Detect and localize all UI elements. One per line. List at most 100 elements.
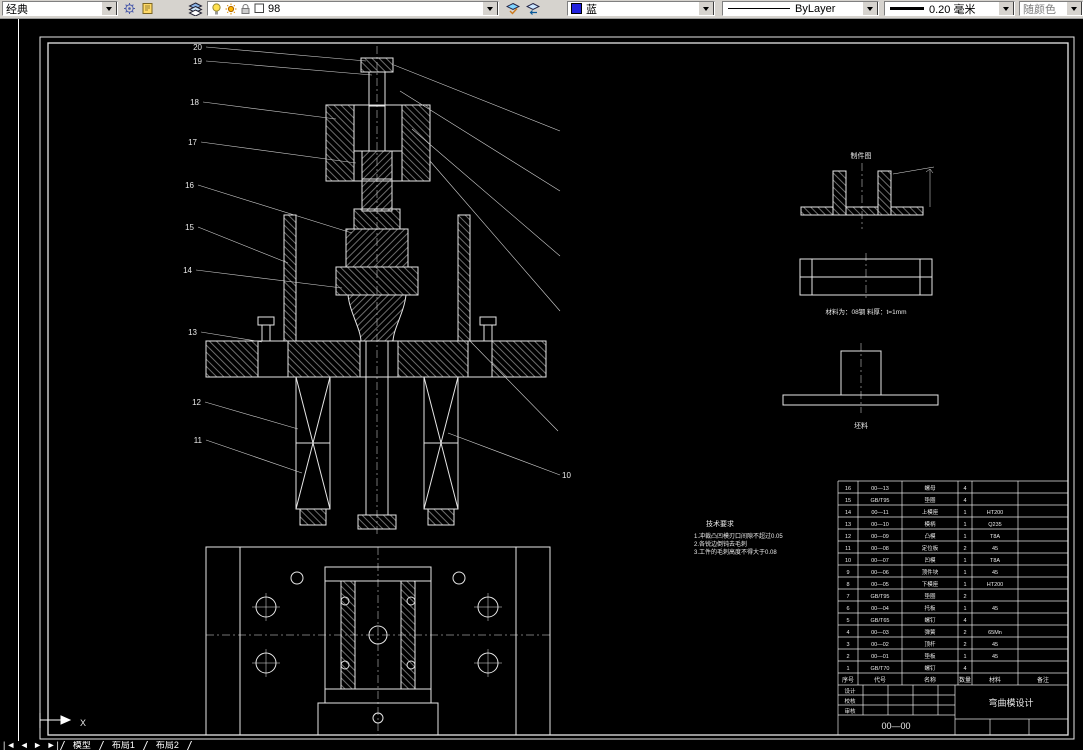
chevron-down-icon[interactable] <box>998 2 1014 15</box>
bom-cell: 8 <box>846 582 849 588</box>
bom-cell: 螺母 <box>924 484 936 492</box>
bom-cell: 螺钉 <box>924 664 936 672</box>
lineweight-combo[interactable]: 0.20 毫米 <box>884 1 1015 16</box>
lineweight-value: 0.20 毫米 <box>929 3 976 16</box>
cad-drawing: 20 19 18 17 16 15 14 13 12 11 10 技术要求 1.… <box>18 19 1075 741</box>
bom-cell: 4 <box>963 486 966 492</box>
bom-cell: 4 <box>846 630 849 636</box>
field-approve: 审核 <box>844 707 856 715</box>
bom-header-mat: 材料 <box>989 676 1001 684</box>
bom-cell: T8A <box>990 534 1000 540</box>
bom-rows: 16 00—13 螺母 415 GB/T95 垫圈 414 00—11 上模座 1 HT20013 0… <box>845 484 1003 672</box>
bom-cell: 14 <box>845 510 851 516</box>
bom-cell: 定位板 <box>922 544 939 552</box>
layer-combo[interactable]: 98 <box>207 1 499 16</box>
chevron-down-icon[interactable] <box>101 2 117 15</box>
bom-cell: 45 <box>992 642 998 648</box>
layer-value: 98 <box>268 2 281 15</box>
linetype-combo[interactable]: ByLayer <box>722 1 879 16</box>
bom-cell: 12 <box>845 534 851 540</box>
bom-cell: 1 <box>963 510 966 516</box>
workspace-combo[interactable]: 经典 <box>2 1 118 16</box>
plan-view <box>205 546 551 736</box>
bom-cell: 模柄 <box>924 520 936 528</box>
bom-cell: 4 <box>963 618 966 624</box>
bom-cell: 下模座 <box>922 580 939 588</box>
bom-cell: 1 <box>963 654 966 660</box>
bom-cell: 垫板 <box>924 652 936 660</box>
bom-cell: Q235 <box>988 522 1001 528</box>
make-layer-current-button[interactable] <box>504 1 522 16</box>
chevron-down-icon[interactable] <box>482 2 498 15</box>
bom-cell: 45 <box>992 606 998 612</box>
bom-cell: 00—09 <box>871 534 889 540</box>
bom-cell: 凹模 <box>924 556 936 564</box>
bom-cell: 00—04 <box>871 606 889 612</box>
tech-req-title: 技术要求 <box>706 519 734 528</box>
blank-label: 坯料 <box>854 421 868 430</box>
assembly-section-view <box>205 46 547 536</box>
bom-cell: 00—06 <box>871 570 889 576</box>
top-toolbar: 经典 98 蓝 ByLayer 0.20 毫米 随颜色 <box>0 0 1083 19</box>
layer-properties-button[interactable] <box>186 1 205 16</box>
bom-cell: 10 <box>845 558 851 564</box>
field-check: 校核 <box>844 697 856 705</box>
bom-cell: 1 <box>963 582 966 588</box>
bulb-icon <box>211 2 222 15</box>
bom-cell: 上模座 <box>922 508 939 516</box>
bom-header-code: 代号 <box>874 676 886 684</box>
drawing-number: 00—00 <box>881 721 910 731</box>
lock-icon <box>240 3 251 15</box>
balloon-label: 13 <box>188 328 197 337</box>
bom-cell: 3 <box>846 642 849 648</box>
layer-previous-button[interactable] <box>524 1 542 16</box>
linetype-value: ByLayer <box>795 2 836 15</box>
bom-cell: 垫圈 <box>924 496 936 504</box>
balloon-label: 14 <box>183 266 192 275</box>
bom-cell: 00—02 <box>871 642 889 648</box>
bom-cell: T8A <box>990 558 1000 564</box>
detail-view-title: 制件图 <box>851 151 872 160</box>
bom-cell: 螺钉 <box>924 616 936 624</box>
color-value: 蓝 <box>586 3 597 16</box>
plotstyle-combo[interactable]: 随颜色 <box>1019 1 1083 16</box>
tech-req-item: 1.冲裁凸凹模刃口间隙不超过0.05 <box>694 532 783 540</box>
sun-icon <box>225 3 237 15</box>
chevron-down-icon[interactable] <box>698 2 714 15</box>
color-chip-icon <box>254 3 265 14</box>
bom-cell: 00—01 <box>871 654 889 660</box>
chevron-down-icon[interactable] <box>1066 2 1082 15</box>
layers-icon <box>188 1 203 16</box>
technical-requirements: 技术要求 1.冲裁凸凹模刃口间隙不超过0.05 2.各锐边倒钝去毛刺 3.工件的… <box>694 519 783 556</box>
workspace-value: 经典 <box>6 3 28 16</box>
balloon-label: 18 <box>190 98 199 107</box>
bom-cell: 00—07 <box>871 558 889 564</box>
field-design: 设计 <box>844 687 856 695</box>
drawing-title: 弯曲模设计 <box>988 697 1033 708</box>
balloon-label: 20 <box>193 43 202 52</box>
tech-req-item: 3.工件的毛刺高度不得大于0.08 <box>694 548 777 556</box>
linetype-sample-icon <box>728 8 790 9</box>
bom-cell: 00—03 <box>871 630 889 636</box>
bom-cell: 2 <box>846 654 849 660</box>
bom-cell: 2 <box>963 630 966 636</box>
bom-cell: 2 <box>963 594 966 600</box>
color-combo[interactable]: 蓝 <box>567 1 715 16</box>
bom-cell: 45 <box>992 654 998 660</box>
make-layer-current-icon <box>506 2 520 15</box>
bom-cell: 7 <box>846 594 849 600</box>
toolbar-palette-button[interactable] <box>139 1 156 16</box>
bom-cell: 托板 <box>924 604 936 612</box>
bom-cell: 45 <box>992 546 998 552</box>
bom-cell: 00—10 <box>871 522 889 528</box>
workspace-settings-button[interactable] <box>121 1 138 16</box>
drawing-viewport[interactable]: 20 19 18 17 16 15 14 13 12 11 10 技术要求 1.… <box>0 19 1083 741</box>
bom-cell: 1 <box>963 534 966 540</box>
balloon-label: 10 <box>562 471 571 480</box>
bom-cell: 垫圈 <box>924 592 936 600</box>
bom-cell: 13 <box>845 522 851 528</box>
balloon-label: 12 <box>192 398 201 407</box>
balloon-label: 16 <box>185 181 194 190</box>
bom-header-rem: 备注 <box>1037 676 1049 684</box>
chevron-down-icon[interactable] <box>862 2 878 15</box>
